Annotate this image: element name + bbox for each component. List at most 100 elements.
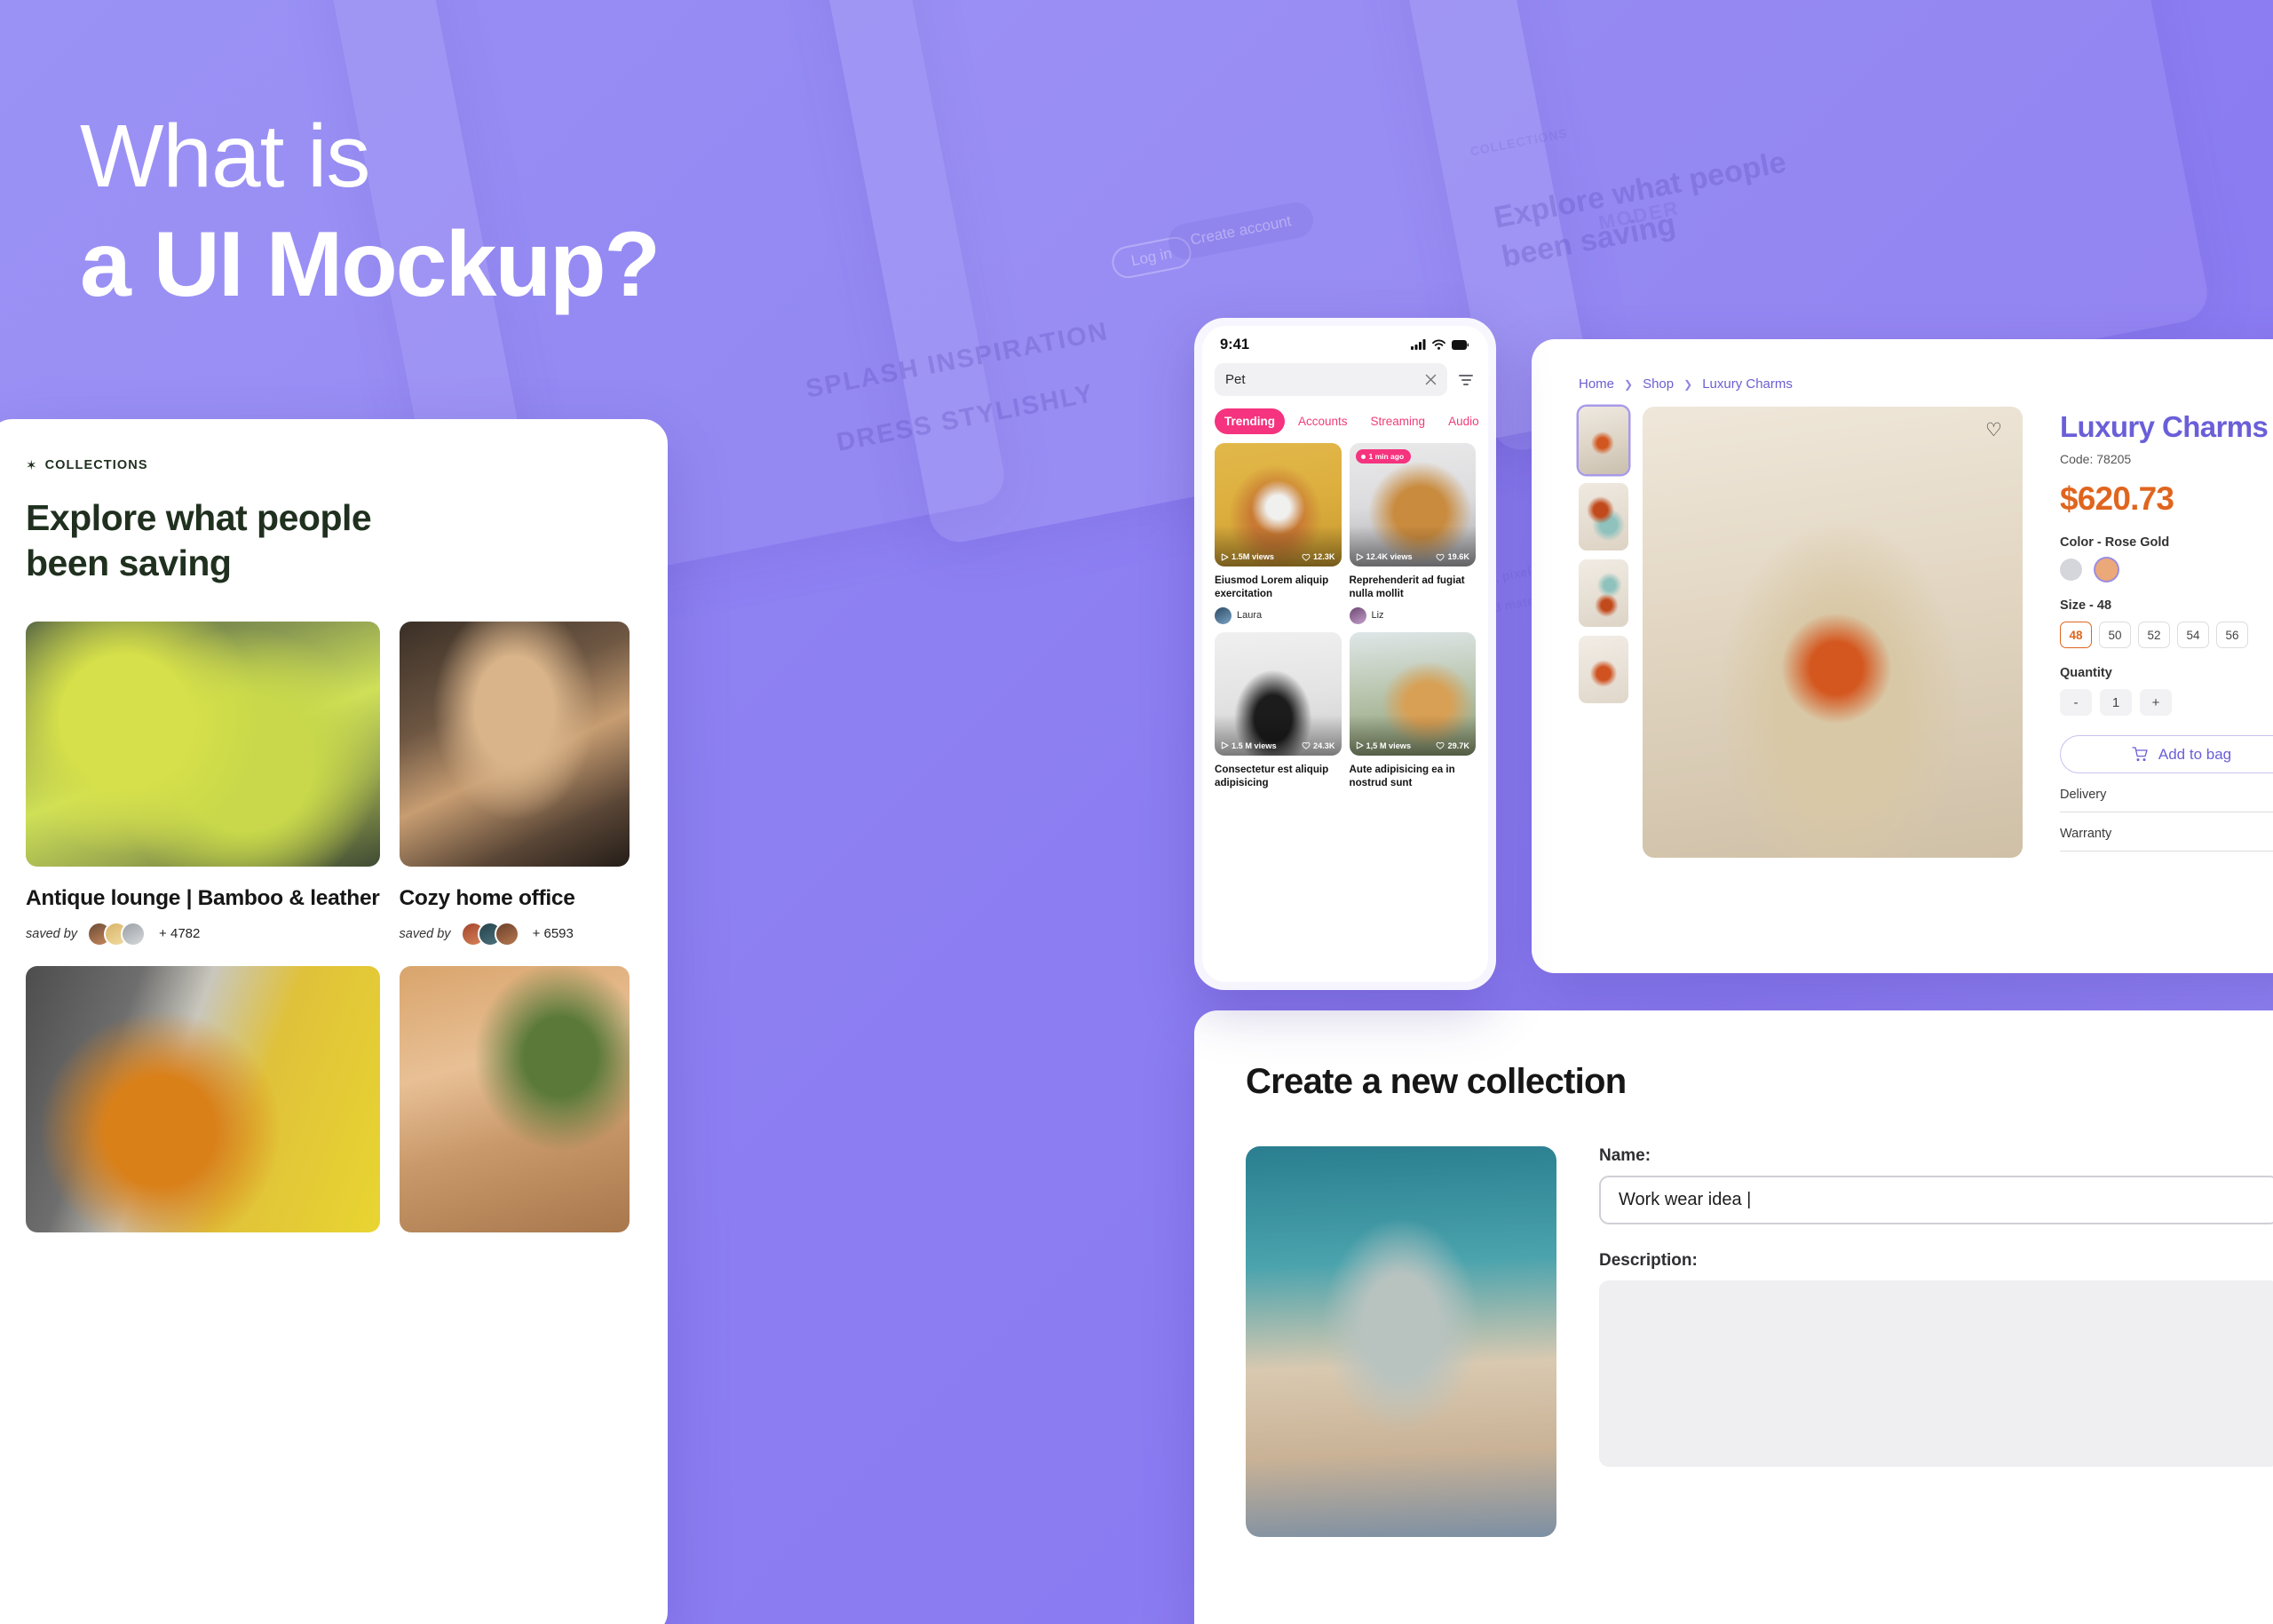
sparkle-icon: ✶ [26,457,37,473]
video-author[interactable]: Liz [1349,606,1477,624]
view-count-group: 1,5 M views [1356,741,1411,750]
accordion-warranty[interactable]: Warranty [2060,827,2273,852]
tab-accounts[interactable]: Accounts [1288,408,1358,434]
filter-icon[interactable] [1456,374,1476,385]
add-to-bag-label: Add to bag [2158,745,2232,763]
create-collection-panel: Create a new collection Name: Work wear … [1194,1010,2273,1624]
status-badge: 1 min ago [1355,449,1412,463]
name-field[interactable]: Work wear idea | [1599,1176,2273,1224]
like-count: 19.6K [1447,552,1469,561]
like-count: 24.3K [1312,741,1335,750]
video-title: Aute adipisicing ea in nostrud sunt [1349,763,1455,788]
tab-bar: Trending Accounts Streaming Audio [1202,396,1488,443]
status-time: 9:41 [1220,336,1250,353]
tab-streaming[interactable]: Streaming [1361,408,1436,434]
product-thumbnail[interactable] [1579,636,1628,703]
name-label: Name: [1599,1146,1651,1165]
video-author[interactable]: Laura [1215,606,1342,624]
tab-trending[interactable]: Trending [1215,408,1285,434]
color-swatch-rose-gold[interactable] [2095,558,2118,581]
size-option-52[interactable]: 52 [2138,622,2170,648]
author-name: Liz [1371,610,1384,622]
collection-thumbnail[interactable] [399,621,630,867]
like-count-group: 12.3K [1302,552,1335,561]
view-count: 1.5 M views [1232,741,1277,750]
product-info: Luxury Charms Code: 78205 $620.73 Color … [2037,407,2273,858]
like-count: 12.3K [1312,552,1335,561]
play-icon [1221,741,1229,749]
chevron-right-icon: ❯ [1624,377,1634,391]
size-option-50[interactable]: 50 [2099,622,2131,648]
product-thumbnail[interactable] [1579,559,1628,627]
quantity-increment-button[interactable]: + [2140,689,2172,716]
video-card[interactable]: 1,5 M views 29.7K Aute adipisicing ea in… [1349,631,1476,790]
product-thumbnail[interactable] [1579,407,1628,474]
like-count: 29.7K [1447,741,1469,750]
breadcrumb-current: Luxury Charms [1702,376,1793,392]
accordion-delivery[interactable]: Delivery [2060,788,2273,812]
video-stats: 12.4K views 19.6K [1350,552,1477,561]
live-dot-icon [1360,454,1366,459]
collection-thumbnail[interactable] [26,965,380,1232]
view-count: 1.5M views [1232,552,1275,561]
shopping-cart-icon [2132,747,2148,762]
saved-count: + 4782 [159,926,201,942]
collections-eyebrow-label: COLLECTIONS [44,458,148,472]
collection-card[interactable] [399,965,630,1232]
video-thumbnail[interactable]: 1.5M views 12.3K [1215,443,1342,566]
color-label: Color - Rose Gold [2060,535,2170,550]
battery-icon [1452,339,1469,350]
product-code: Code: 78205 [2060,452,2132,466]
color-swatch-silver[interactable] [2060,558,2082,581]
video-card[interactable]: 1.5 M views 24.3K Consectetur est aliqui… [1215,631,1342,790]
collection-card[interactable]: Antique lounge | Bamboo & leather saved … [26,621,380,947]
collection-thumbnail[interactable] [26,621,380,867]
tab-audio[interactable]: Audio [1438,408,1488,434]
create-collection-form: Name: Work wear idea | Description: [1599,1146,2273,1537]
video-card[interactable]: 1 min ago 12.4K views 19.6K Reprehenderi… [1349,443,1477,624]
collection-preview-image[interactable] [1246,1146,1556,1537]
headline-line-1: What is [80,107,370,206]
video-thumbnail[interactable]: 1,5 M views 29.7K [1349,631,1476,756]
product-thumbnail[interactable] [1579,483,1628,551]
quantity-decrement-button[interactable]: - [2060,689,2092,716]
badge-label: 1 min ago [1368,452,1405,461]
quantity-value[interactable]: 1 [2100,689,2132,716]
size-option-48[interactable]: 48 [2060,622,2092,648]
collections-title-line-2: been saving [26,542,232,583]
avatar [494,921,519,947]
heart-outline-icon [1302,741,1311,749]
breadcrumb-home[interactable]: Home [1579,376,1614,392]
video-card[interactable]: 1.5M views 12.3K Eiusmod Lorem aliquip e… [1215,443,1342,624]
size-option-54[interactable]: 54 [2177,622,2209,648]
video-stats: 1.5M views 12.3K [1215,552,1342,561]
close-icon[interactable] [1425,374,1437,385]
view-count-group: 1.5M views [1221,552,1274,561]
search-input[interactable]: Pet [1215,363,1447,396]
avatar [121,921,147,947]
page-title: What is a UI Mockup? [80,107,661,316]
like-count-group: 19.6K [1436,552,1469,561]
heart-outline-icon[interactable]: ♡ [1985,421,2008,444]
video-stats: 1.5 M views 24.3K [1215,741,1342,750]
video-thumbnail[interactable]: 1.5 M views 24.3K [1215,631,1342,756]
quantity-stepper: - 1 + [2060,689,2273,716]
view-count-group: 12.4K views [1356,552,1413,561]
add-to-bag-button[interactable]: Add to bag [2060,735,2273,773]
size-label: Size - 48 [2060,598,2112,613]
quantity-label: Quantity [2060,666,2112,680]
collection-card[interactable]: Cozy home office saved by + 6593 [399,621,630,947]
collection-thumbnail[interactable] [399,965,630,1232]
product-title: Luxury Charms [2060,410,2269,443]
breadcrumb-shop[interactable]: Shop [1643,376,1674,392]
collection-card[interactable] [26,965,380,1232]
product-thumbnail-list [1579,407,1628,858]
description-field[interactable] [1599,1280,2273,1467]
size-option-56[interactable]: 56 [2216,622,2248,648]
video-thumbnail[interactable]: 1 min ago 12.4K views 19.6K [1349,443,1477,566]
collections-panel: ✶ COLLECTIONS Explore what people been s… [0,419,668,1624]
description-label: Description: [1599,1251,1698,1270]
collection-meta: saved by + 6593 [400,921,630,947]
product-detail-panel: Home ❯ Shop ❯ Luxury Charms ♡ Luxury Cha… [1532,339,2273,973]
collections-title-line-1: Explore what people [26,497,372,538]
